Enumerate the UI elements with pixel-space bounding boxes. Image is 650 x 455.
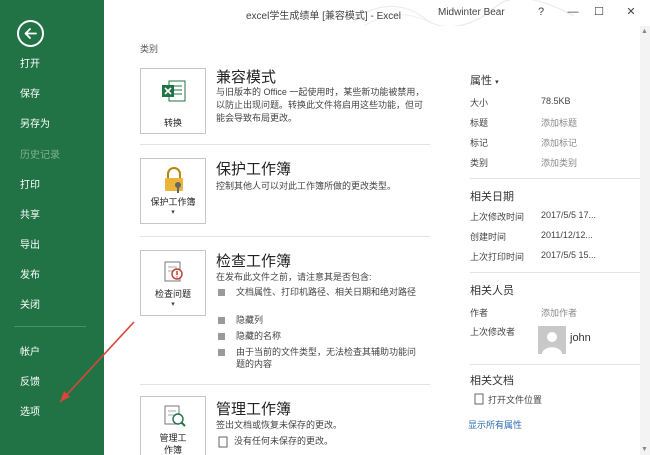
- backstage-sidebar: 打开 保存 另存为 历史记录 打印 共享 导出 发布 关闭 帐户 反馈 选项: [0, 0, 104, 455]
- sidebar-divider: [14, 326, 86, 327]
- menu-close[interactable]: 关闭: [20, 296, 40, 311]
- inspect-workbook-title: 检查工作簿: [216, 253, 292, 270]
- panel-divider: [470, 178, 640, 179]
- bullet-marker: [218, 289, 225, 296]
- check-for-issues-label: 检查问题: [154, 289, 191, 299]
- prop-title-input[interactable]: 添加标题: [541, 116, 577, 129]
- chevron-down-icon: ▾: [171, 301, 175, 308]
- inspect-item-properties: 文档属性、打印机路径、相关日期和绝对路径: [236, 287, 417, 297]
- document-icon: [218, 436, 228, 448]
- section-divider: [140, 236, 430, 237]
- scroll-down-icon[interactable]: ▼: [641, 446, 648, 453]
- bullet-marker: [218, 349, 225, 356]
- created-label: 创建时间: [470, 232, 507, 242]
- window-title: excel学生成绩单 [兼容模式] - Excel: [246, 11, 402, 22]
- menu-save-as[interactable]: 另存为: [20, 115, 50, 130]
- inspect-item-hidden-columns: 隐藏列: [236, 315, 264, 325]
- inspect-document-icon: [164, 261, 183, 282]
- panel-divider: [470, 364, 640, 365]
- created-value: 2011/12/12...: [541, 230, 593, 240]
- prop-size-label: 大小: [470, 98, 489, 108]
- menu-export[interactable]: 导出: [20, 236, 40, 251]
- menu-share[interactable]: 共享: [20, 206, 40, 221]
- author-label: 作者: [470, 308, 489, 318]
- last-modified-value: 2017/5/5 17...: [541, 210, 597, 220]
- protect-workbook-title: 保护工作簿: [216, 161, 292, 178]
- related-dates-header: 相关日期: [470, 191, 514, 203]
- properties-header[interactable]: 属性 ▾: [470, 72, 499, 88]
- convert-button[interactable]: 转换: [140, 68, 206, 134]
- help-button[interactable]: ?: [530, 2, 552, 22]
- menu-feedback[interactable]: 反馈: [20, 373, 40, 388]
- no-unsaved-changes: 没有任何未保存的更改。: [234, 436, 334, 446]
- vertical-scrollbar[interactable]: ▲ ▼: [640, 26, 650, 455]
- inspect-item-accessibility: 由于当前的文件类型，无法检查其辅助功能问题的内容: [236, 347, 417, 369]
- last-printed-label: 上次打印时间: [470, 252, 525, 262]
- section-divider: [140, 144, 430, 145]
- chevron-down-icon: ▾: [495, 79, 499, 86]
- compat-mode-description: 与旧版本的 Office 一起使用时，某些新功能被禁用，以防止出现问题。转换此文…: [216, 87, 425, 123]
- minimize-button[interactable]: —: [562, 2, 584, 22]
- protect-workbook-label: 保护工作簿: [150, 197, 196, 207]
- close-button[interactable]: ✕: [620, 2, 642, 22]
- section-divider: [140, 384, 430, 385]
- related-people-header: 相关人员: [470, 285, 514, 297]
- last-printed-value: 2017/5/5 15...: [541, 250, 597, 260]
- inspect-workbook-description: 在发布此文件之前，请注意其是否包含:: [216, 272, 372, 282]
- manage-workbook-title: 管理工作簿: [216, 401, 292, 418]
- convert-label: 转换: [163, 118, 182, 128]
- lock-key-icon: [165, 167, 183, 193]
- manage-workbook-description: 签出文档或恢复未保存的更改。: [216, 420, 343, 430]
- last-modified-label: 上次修改时间: [470, 212, 525, 222]
- related-documents-header: 相关文档: [470, 375, 514, 387]
- manage-document-icon: [164, 405, 186, 427]
- person-icon: [542, 332, 562, 354]
- add-author-input[interactable]: 添加作者: [541, 306, 577, 319]
- manage-workbook-button[interactable]: 管理工 作簿: [140, 396, 206, 455]
- protect-workbook-description: 控制其他人可以对此工作簿所做的更改类型。: [216, 181, 397, 191]
- prop-category-input[interactable]: 添加类别: [541, 156, 577, 169]
- excel-backstage-window: 打开 保存 另存为 历史记录 打印 共享 导出 发布 关闭 帐户 反馈 选项 e…: [0, 0, 650, 455]
- panel-divider: [470, 272, 640, 273]
- restore-button[interactable]: ☐: [588, 2, 610, 22]
- protect-workbook-button[interactable]: 保护工作簿 ▾: [140, 158, 206, 224]
- back-button[interactable]: [17, 20, 44, 47]
- check-for-issues-button[interactable]: 检查问题 ▾: [140, 250, 206, 316]
- chevron-down-icon: ▾: [171, 209, 175, 216]
- signed-in-user[interactable]: Midwinter Bear: [438, 7, 505, 18]
- menu-publish[interactable]: 发布: [20, 266, 40, 281]
- bullet-marker: [218, 333, 225, 340]
- prop-size-value: 78.5KB: [541, 96, 571, 106]
- scrolled-section-label: 类别: [140, 44, 159, 54]
- last-modified-by-label: 上次修改者: [470, 327, 516, 337]
- open-file-location-link[interactable]: 打开文件位置: [488, 393, 542, 406]
- menu-open[interactable]: 打开: [20, 55, 40, 70]
- scroll-up-icon[interactable]: ▲: [641, 28, 648, 35]
- manage-workbook-label-line2: 作簿: [163, 445, 182, 455]
- modified-by-name[interactable]: john: [570, 332, 591, 344]
- menu-history: 历史记录: [20, 150, 60, 161]
- arrow-left-icon: [24, 28, 37, 39]
- prop-tags-label: 标记: [470, 138, 489, 148]
- prop-tags-input[interactable]: 添加标记: [541, 136, 577, 149]
- bullet-marker: [218, 317, 225, 324]
- show-all-properties-link[interactable]: 显示所有属性: [468, 418, 522, 431]
- prop-title-label: 标题: [470, 118, 489, 128]
- prop-category-label: 类别: [470, 158, 489, 168]
- info-panel: 类别 转换 兼容模式 与旧版本的 Office 一起使用时，某些新功能被禁用，以…: [104, 26, 640, 455]
- title-bar: excel学生成绩单 [兼容模式] - Excel Midwinter Bear…: [104, 0, 650, 26]
- properties-header-text: 属性: [470, 75, 492, 87]
- avatar: [538, 326, 566, 354]
- excel-convert-icon: [162, 80, 186, 102]
- compat-mode-title: 兼容模式: [216, 69, 277, 86]
- menu-save[interactable]: 保存: [20, 85, 40, 100]
- folder-icon: [474, 393, 484, 405]
- menu-print[interactable]: 打印: [20, 176, 40, 191]
- menu-options[interactable]: 选项: [20, 403, 40, 418]
- inspect-item-hidden-names: 隐藏的名称: [236, 331, 282, 341]
- menu-account[interactable]: 帐户: [20, 343, 40, 358]
